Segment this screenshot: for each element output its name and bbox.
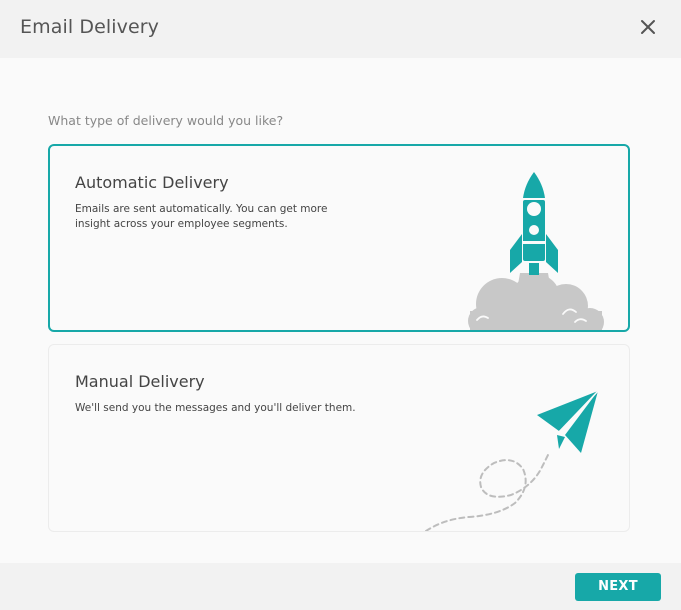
manual-delivery-option[interactable]: Manual Delivery We'll send you the messa…: [48, 344, 630, 532]
option-title: Manual Delivery: [75, 372, 205, 391]
close-icon[interactable]: [636, 15, 660, 39]
dialog-header: Email Delivery: [0, 0, 681, 58]
option-description: Emails are sent automatically. You can g…: [75, 203, 328, 230]
delivery-question: What type of delivery would you like?: [48, 113, 284, 128]
option-title: Automatic Delivery: [75, 173, 229, 192]
dialog-footer: NEXT: [0, 563, 681, 610]
dialog-title: Email Delivery: [20, 16, 160, 38]
option-description: We'll send you the messages and you'll d…: [75, 402, 356, 414]
automatic-delivery-option[interactable]: Automatic Delivery Emails are sent autom…: [48, 144, 630, 332]
dialog-body: What type of delivery would you like? Au…: [0, 58, 681, 563]
email-delivery-dialog: Email Delivery What type of delivery wou…: [0, 0, 681, 610]
next-button[interactable]: NEXT: [575, 573, 661, 601]
